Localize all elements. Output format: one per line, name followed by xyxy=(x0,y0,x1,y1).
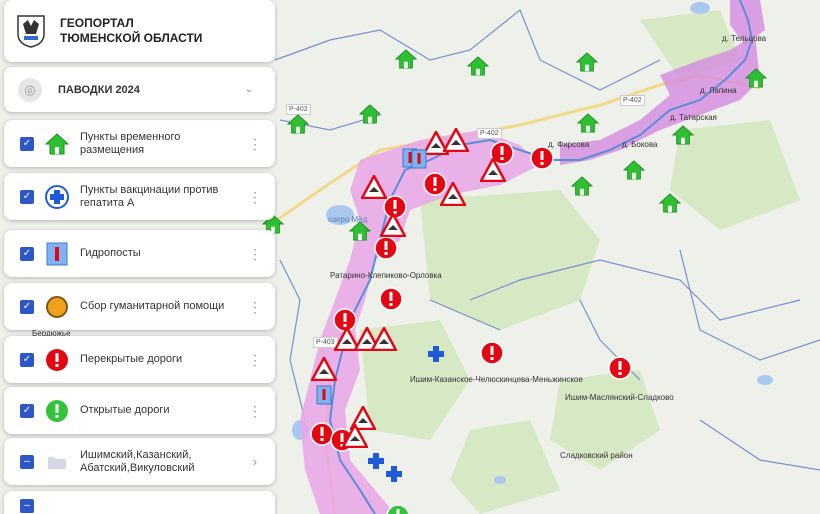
layer-selector[interactable]: ◎ ПАВОДКИ 2024 ⌄ xyxy=(4,67,275,112)
legend-item-vaccination[interactable]: ✓ Пункты вакцинации против гепатита А ⋮ xyxy=(4,173,275,220)
more-vertical-icon[interactable]: ⋮ xyxy=(243,300,267,314)
chevron-down-icon[interactable]: ⌄ xyxy=(245,84,253,95)
more-vertical-icon[interactable]: ⋮ xyxy=(243,247,267,261)
checkbox[interactable]: ✓ xyxy=(20,352,34,367)
legend-item-label: Гидропосты xyxy=(80,247,141,259)
legend-item-label: Открытые дороги xyxy=(80,404,170,416)
legend-item-label: Ишимский,Казанский, Абатский,Викуловский xyxy=(80,448,195,474)
portal-title-line1: ГЕОПОРТАЛ xyxy=(60,16,134,30)
chevron-right-icon[interactable]: › xyxy=(243,454,267,469)
green-exclamation-icon xyxy=(44,398,70,424)
legend-group-next[interactable]: – xyxy=(4,491,275,514)
globe-icon: ◎ xyxy=(18,77,42,102)
legend-item-humanitarian[interactable]: ✓ Сбор гуманитарной помощи ⋮ xyxy=(4,283,275,330)
legend-item-closed-roads[interactable]: ✓ Перекрытые дороги ⋮ xyxy=(4,336,275,383)
legend-group-districts[interactable]: – Ишимский,Казанский, Абатский,Викуловск… xyxy=(4,438,275,485)
legend-item-label: Сбор гуманитарной помощи xyxy=(80,300,225,312)
folder-icon xyxy=(44,449,70,475)
layer-selector-label: ПАВОДКИ 2024 xyxy=(58,83,140,96)
checkbox[interactable]: ✓ xyxy=(20,136,34,151)
checkbox[interactable]: ✓ xyxy=(20,189,34,204)
header-panel: ГЕОПОРТАЛ ТЮМЕНСКОЙ ОБЛАСТИ xyxy=(4,0,275,62)
more-vertical-icon[interactable]: ⋮ xyxy=(243,137,267,151)
checkbox-indeterminate[interactable]: – xyxy=(20,499,34,513)
legend-item-label: Перекрытые дороги xyxy=(80,353,183,365)
more-vertical-icon[interactable]: ⋮ xyxy=(243,404,267,418)
red-exclamation-icon xyxy=(44,347,70,373)
checkbox-indeterminate[interactable]: – xyxy=(20,454,34,469)
legend-item-label: Пункты временного размещения xyxy=(80,130,181,156)
more-vertical-icon[interactable]: ⋮ xyxy=(243,190,267,204)
hydropost-icon xyxy=(44,241,70,267)
legend-item-label: Пункты вакцинации против гепатита А xyxy=(80,183,219,209)
legend-item-shelters[interactable]: ✓ Пункты временного размещения ⋮ xyxy=(4,120,275,167)
region-emblem-icon xyxy=(17,15,45,48)
portal-title-line2: ТЮМЕНСКОЙ ОБЛАСТИ xyxy=(60,31,203,45)
legend-item-open-roads[interactable]: ✓ Открытые дороги ⋮ xyxy=(4,387,275,434)
checkbox[interactable]: ✓ xyxy=(20,403,34,418)
legend-item-hydroposts[interactable]: ✓ Гидропосты ⋮ xyxy=(4,230,275,277)
more-vertical-icon[interactable]: ⋮ xyxy=(243,353,267,367)
checkbox[interactable]: ✓ xyxy=(20,246,34,261)
green-house-icon xyxy=(44,131,70,157)
blue-cross-icon xyxy=(44,184,70,210)
orange-circle-icon xyxy=(44,294,70,320)
checkbox[interactable]: ✓ xyxy=(20,299,34,314)
